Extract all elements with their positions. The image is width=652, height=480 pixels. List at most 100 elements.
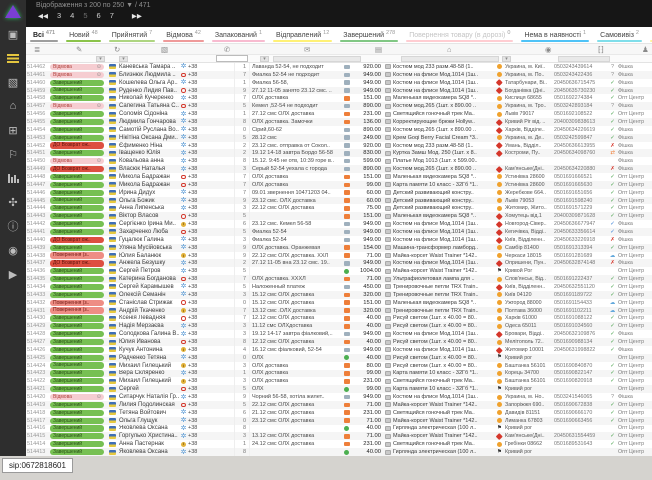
status-chip-cell[interactable]: Завершений — [50, 118, 106, 126]
product-name[interactable]: Детский развивающий констру.. — [393, 197, 494, 205]
product-name[interactable]: Костюм мод 233 разм.48-58 (1.. — [393, 63, 494, 71]
client-name[interactable]: Микола Бадражан — [119, 173, 179, 181]
order-comment[interactable]: ОЛХ доставка — [249, 94, 341, 102]
phone-number[interactable]: +38 — [188, 79, 205, 87]
tab-9[interactable]: Нема в наявності1 — [517, 27, 593, 43]
product-name[interactable]: Костюм на флисе Мод.1014 (1ш.. — [393, 87, 494, 95]
table-row[interactable]: 514427 Завершений Юлия Иванова +38 8 12.… — [26, 338, 652, 346]
table-row[interactable]: 514455 Завершений Людмила Гончарова ✲ +3… — [26, 118, 652, 126]
status-chip-cell[interactable]: Завершений — [50, 385, 106, 393]
table-row[interactable]: 514447 Завершений Микола Бадражан +38 7 … — [26, 181, 652, 189]
table-row[interactable]: 514461 Відмова Близнюк Людмила .. +38 7 … — [26, 71, 652, 79]
ttn-number[interactable] — [554, 157, 607, 165]
ttn-number[interactable]: 0501691571229 — [554, 204, 607, 212]
product-name[interactable]: Рисуй светом (1шт. х 40.00 = 80.. — [393, 338, 494, 346]
client-name[interactable]: Анна Липенська — [119, 204, 179, 212]
table-row[interactable]: 514431 Повернення (з.. Андрій Ткаченко і… — [26, 307, 652, 315]
phone-number[interactable]: +38 — [188, 244, 205, 252]
product-name[interactable]: Костюм на флисе Мод.1014 (1ш.. — [393, 79, 494, 87]
ttn-number[interactable] — [554, 425, 607, 433]
client-name[interactable]: Тетяна Войтович — [119, 409, 179, 417]
product-name[interactable]: Костюм мод 233 разм.48-58 (1.. — [393, 142, 494, 150]
page-number-3[interactable]: 3 — [57, 11, 61, 20]
table-row[interactable]: 514458 Завершений Николай Кучеренко ✲ +3… — [26, 94, 652, 102]
product-name[interactable]: Тренировочные петли TRX Train.. — [393, 307, 494, 315]
phone-column-icon[interactable]: ✆ — [224, 45, 230, 54]
table-row[interactable]: 514454 Завершений Самотій Руслана Во.. ✲… — [26, 126, 652, 134]
product-name[interactable]: Карта памяти 10 класс - 32Гб *1.. — [393, 181, 494, 189]
last-page-button[interactable]: ▶▶ — [132, 12, 142, 20]
ttn-number[interactable]: 0501692108522 — [554, 110, 607, 118]
phone-number[interactable]: +38 — [188, 149, 205, 157]
status-chip-cell[interactable]: Завершений — [50, 322, 106, 330]
ttn-number[interactable]: 20450633226918 — [554, 236, 607, 244]
ttn-number[interactable]: 0501691598240 — [554, 197, 607, 205]
phone-number[interactable]: +38 — [188, 440, 205, 448]
product-name[interactable]: Костюм мод.265 (1шт. х 890.00 .. — [393, 165, 494, 173]
status-chip-cell[interactable]: Завершений — [50, 401, 106, 409]
client-name[interactable]: Єфименко Ніна — [119, 142, 179, 150]
table-row[interactable]: 514462 Відмова Каневська Тамара .. ✲ +38… — [26, 63, 652, 71]
table-row[interactable]: 514450 Відмова Ковальова анна ✲ +38 8 15… — [26, 157, 652, 165]
order-comment[interactable]: Сірий,60-62 — [249, 126, 341, 134]
client-name[interactable]: Яковлева Оксана — [119, 448, 179, 456]
table-row[interactable]: 514433 Завершений Олексій Семанін ✲ +38 … — [26, 291, 652, 299]
order-comment[interactable]: ОЛХ — [249, 385, 341, 393]
order-comment[interactable]: Лаванда 52-54, не подходит — [249, 63, 341, 71]
phone-number[interactable]: +38 — [188, 252, 205, 260]
status-chip-cell[interactable]: Завершений — [50, 126, 106, 134]
table-row[interactable]: 514451 Завершений Іващенко Юлія ✲ +38 2 … — [26, 149, 652, 157]
status-chip-cell[interactable]: Завершений — [50, 94, 106, 102]
status-chip-cell[interactable]: Завершений — [50, 330, 106, 338]
clients-column-icon[interactable]: ▧ — [161, 45, 168, 54]
status-chip-cell[interactable]: Завершений — [50, 197, 106, 205]
client-name[interactable]: Ольга Глущук — [119, 417, 179, 425]
table-row[interactable]: 514438 Повернення (з.. Юлия Баланюк і +3… — [26, 252, 652, 260]
ttn-number[interactable]: 20400309838613 — [554, 118, 607, 126]
client-name[interactable]: Яковлева Оксана — [119, 425, 179, 433]
ttn-number[interactable]: 20450636677947 — [554, 220, 607, 228]
order-comment[interactable]: Фиалка 52-54 не подходит — [249, 71, 341, 79]
id-column-icon[interactable]: ≣ — [34, 45, 40, 54]
order-comment[interactable]: ОЛХ доставка — [249, 377, 341, 385]
client-name[interactable]: Кошелева Ольга Ар.. — [119, 79, 179, 87]
phone-number[interactable]: +38 — [188, 417, 205, 425]
product-name[interactable]: Тренировочные петли TRX Train.. — [393, 283, 494, 291]
table-row[interactable]: 514460 Завершений Кошелева Ольга Ар.. ✲ … — [26, 79, 652, 87]
client-name[interactable]: Ольга Божик — [119, 197, 179, 205]
table-row[interactable]: 514426 Завершений Кучук Антонина і +38 4… — [26, 346, 652, 354]
company-icon[interactable]: ⌂ — [0, 94, 26, 118]
order-comment[interactable]: 19.12 14-17 завтра фіалковий,.. — [249, 330, 341, 338]
order-comment[interactable] — [249, 448, 341, 456]
table-row[interactable]: 514441 Завершений Захарченко Люба +38 5 … — [26, 228, 652, 236]
ttn-number[interactable]: 0503243439614 — [554, 63, 607, 71]
phone-number[interactable]: +38 — [188, 157, 205, 165]
ttn-number[interactable]: 20450636715475 — [554, 79, 607, 87]
status-chip-cell[interactable]: Відмова — [50, 63, 106, 71]
product-name[interactable]: Костюм на флисе Мод.1014 (1ш.. — [393, 228, 494, 236]
status-chip-cell[interactable]: Завершений — [50, 315, 106, 323]
table-row[interactable]: 514434 Завершений Сергей Карамышев ✲ +38… — [26, 283, 652, 291]
table-row[interactable]: 514432 Повернення (з.. Станіслав Стрижак… — [26, 299, 652, 307]
product-name[interactable]: Гирлянда электрическая (100 л.. — [393, 448, 494, 456]
ttn-number[interactable]: 0501691666521 — [554, 173, 607, 181]
order-comment[interactable]: 09.01 звернення 10471203 04.. — [249, 189, 341, 197]
table-row[interactable]: 514420 Відмова Ситарчук Наталія Гр.. ✲ +… — [26, 393, 652, 401]
clients-icon[interactable]: ▧ — [0, 70, 26, 94]
ttn-number[interactable]: 20400309871628 — [554, 212, 607, 220]
ttn-filter-field[interactable] — [558, 56, 610, 62]
phone-number[interactable]: +38 — [188, 228, 205, 236]
phone-number[interactable]: +38 — [188, 165, 205, 173]
status-chip-cell[interactable]: Відмова — [50, 157, 106, 165]
order-comment[interactable]: 22.12 смс ОЛХ доставка — [249, 204, 341, 212]
product-name[interactable]: Светящийся гоночный трек Ма.. — [393, 440, 494, 448]
phone-number[interactable]: +38 — [188, 322, 205, 330]
order-comment[interactable]: 16.12 смс фіалковий, 52-54 — [249, 346, 341, 354]
order-comment[interactable]: Фиалка 56-58, — [249, 79, 341, 87]
product-name[interactable]: Костюм на флисе Мод.1014 (1ш.. — [393, 393, 494, 401]
status-chip-cell[interactable]: Завершений — [50, 220, 106, 228]
comment-filter-field[interactable] — [273, 56, 361, 62]
client-name[interactable]: Каневська Тамара .. — [119, 63, 179, 71]
status-chip-cell[interactable]: Завершений — [50, 212, 106, 220]
order-comment[interactable]: 27.12 11-05 занято 23.12 смс. .. — [249, 87, 341, 95]
